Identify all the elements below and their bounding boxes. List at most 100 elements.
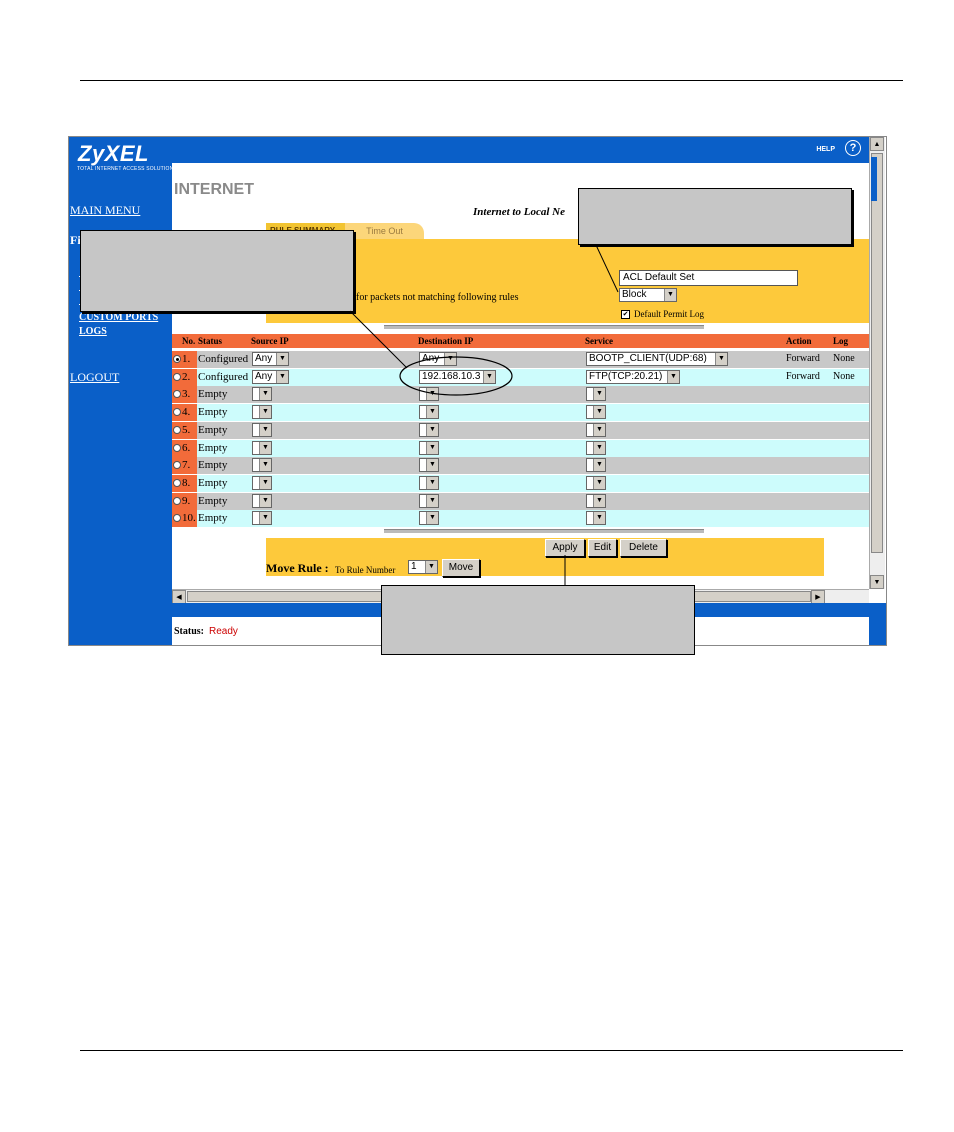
- tab-time-out[interactable]: Time Out: [345, 223, 424, 239]
- source-ip-select[interactable]: Any ▼: [252, 352, 289, 366]
- row-log: None: [833, 353, 855, 364]
- chevron-down-icon: ▼: [593, 459, 605, 472]
- chevron-down-icon: ▼: [426, 388, 438, 401]
- vertical-scrollbar[interactable]: ▲ ▼: [869, 137, 885, 589]
- sidebar-item-logs[interactable]: LOGS: [79, 326, 107, 337]
- chevron-down-icon: ▼: [259, 494, 271, 507]
- service-select[interactable]: ▼: [586, 511, 606, 526]
- service-select[interactable]: ▼: [586, 422, 606, 437]
- service-select[interactable]: ▼: [586, 493, 606, 508]
- destination-ip-select[interactable]: ▼: [419, 475, 439, 490]
- row-radio[interactable]: [173, 478, 181, 487]
- move-rule-label: Move Rule :: [266, 561, 329, 575]
- checkbox-checked-icon[interactable]: ✔: [621, 310, 630, 320]
- destination-ip-select[interactable]: ▼: [419, 405, 439, 420]
- status-label: Status:: [174, 626, 205, 637]
- col-source-ip: Source IP: [251, 336, 289, 346]
- row-number-cell: 2.: [172, 368, 197, 386]
- service-select[interactable]: BOOTP_CLIENT(UDP:68) ▼: [586, 352, 728, 366]
- row-radio[interactable]: [173, 355, 181, 363]
- service-select[interactable]: ▼: [586, 475, 606, 490]
- row-radio[interactable]: [173, 425, 181, 434]
- source-ip-select[interactable]: Any ▼: [252, 369, 289, 384]
- row-number-cell: 10.: [172, 510, 197, 528]
- chevron-down-icon: ▼: [259, 388, 271, 401]
- table-row: 6. Empty ▼ ▼ ▼: [172, 439, 869, 457]
- acl-name-input[interactable]: ACL Default Set: [619, 270, 798, 286]
- row-number: 8.: [182, 476, 191, 489]
- row-radio[interactable]: [173, 461, 181, 470]
- row-status: Empty: [198, 512, 228, 525]
- source-ip-select[interactable]: ▼: [252, 511, 272, 526]
- scroll-right-icon[interactable]: ▶: [811, 590, 825, 604]
- chevron-down-icon: ▼: [593, 512, 605, 525]
- chevron-down-icon: ▼: [425, 561, 437, 573]
- apply-button[interactable]: Apply: [545, 539, 585, 557]
- chevron-down-icon: ▼: [426, 476, 438, 489]
- row-number-cell: 3.: [172, 386, 197, 404]
- help-label[interactable]: HELP: [816, 146, 835, 153]
- source-ip-select[interactable]: ▼: [252, 440, 272, 455]
- row-radio[interactable]: [173, 390, 181, 399]
- scroll-left-icon[interactable]: ◀: [172, 590, 186, 604]
- row-action: Forward: [786, 370, 820, 382]
- row-radio[interactable]: [173, 443, 181, 452]
- default-action-select[interactable]: Block ▼: [619, 288, 677, 302]
- main-menu-link[interactable]: MAIN MENU: [70, 203, 140, 218]
- row-status: Empty: [198, 476, 228, 489]
- service-select[interactable]: ▼: [586, 387, 606, 402]
- table-row: 8. Empty ▼ ▼ ▼: [172, 474, 869, 492]
- table-row: 4. Empty ▼ ▼ ▼: [172, 404, 869, 422]
- service-select[interactable]: ▼: [586, 440, 606, 455]
- chevron-down-icon: ▼: [259, 476, 271, 489]
- chevron-down-icon: ▼: [426, 494, 438, 507]
- edit-button[interactable]: Edit: [588, 539, 617, 557]
- delete-button[interactable]: Delete: [620, 539, 667, 557]
- row-status: Empty: [198, 459, 228, 472]
- row-status: Empty: [198, 388, 228, 401]
- row-radio[interactable]: [173, 514, 181, 523]
- rule-number-select[interactable]: 1 ▼: [408, 560, 438, 574]
- service-select[interactable]: ▼: [586, 405, 606, 420]
- logo-tagline: TOTAL INTERNET ACCESS SOLUTION: [77, 166, 174, 172]
- rule-number-value: 1: [411, 561, 417, 572]
- page-title: INTERNET: [174, 181, 254, 198]
- service-select[interactable]: ▼: [586, 458, 606, 473]
- destination-ip-select[interactable]: 192.168.10.3 ▼: [419, 369, 496, 384]
- source-ip-select[interactable]: ▼: [252, 475, 272, 490]
- destination-ip-select[interactable]: Any ▼: [419, 352, 457, 366]
- row-radio[interactable]: [173, 408, 181, 417]
- source-ip-select[interactable]: ▼: [252, 422, 272, 437]
- destination-ip-select[interactable]: ▼: [419, 493, 439, 508]
- move-button[interactable]: Move: [442, 559, 480, 577]
- scroll-down-icon[interactable]: ▼: [870, 575, 884, 589]
- logout-link[interactable]: LOGOUT: [70, 370, 119, 385]
- source-ip-select[interactable]: ▼: [252, 458, 272, 473]
- source-ip-select[interactable]: ▼: [252, 493, 272, 508]
- row-radio[interactable]: [173, 496, 181, 505]
- destination-ip-select[interactable]: ▼: [419, 458, 439, 473]
- status-value: Ready: [209, 626, 238, 637]
- default-permit-log-option[interactable]: ✔ Default Permit Log: [621, 309, 704, 320]
- chevron-down-icon: ▼: [426, 406, 438, 419]
- destination-ip-select[interactable]: ▼: [419, 422, 439, 437]
- move-rule-to-label: To Rule Number: [335, 565, 396, 575]
- source-ip-select[interactable]: ▼: [252, 405, 272, 420]
- row-number: 5.: [182, 423, 191, 436]
- destination-ip-select[interactable]: ▼: [419, 387, 439, 402]
- scroll-up-icon[interactable]: ▲: [870, 137, 884, 151]
- source-ip-select[interactable]: ▼: [252, 387, 272, 402]
- default-permit-log-label: Default Permit Log: [634, 309, 704, 319]
- service-select[interactable]: FTP(TCP:20.21) ▼: [586, 369, 680, 384]
- service-select-value: BOOTP_CLIENT(UDP:68): [589, 353, 707, 364]
- page-subtitle: Internet to Local Ne: [473, 206, 565, 218]
- table-row: 7. Empty ▼ ▼ ▼: [172, 457, 869, 475]
- separator-top: [384, 325, 704, 330]
- sidebar-item-custom-ports[interactable]: CUSTOM PORTS: [79, 312, 158, 323]
- vertical-scroll-thumb[interactable]: [871, 153, 883, 553]
- service-select-value: FTP(TCP:20.21): [589, 370, 663, 382]
- destination-ip-select[interactable]: ▼: [419, 511, 439, 526]
- help-icon[interactable]: ?: [845, 140, 861, 156]
- destination-ip-select[interactable]: ▼: [419, 440, 439, 455]
- row-radio[interactable]: [173, 372, 181, 381]
